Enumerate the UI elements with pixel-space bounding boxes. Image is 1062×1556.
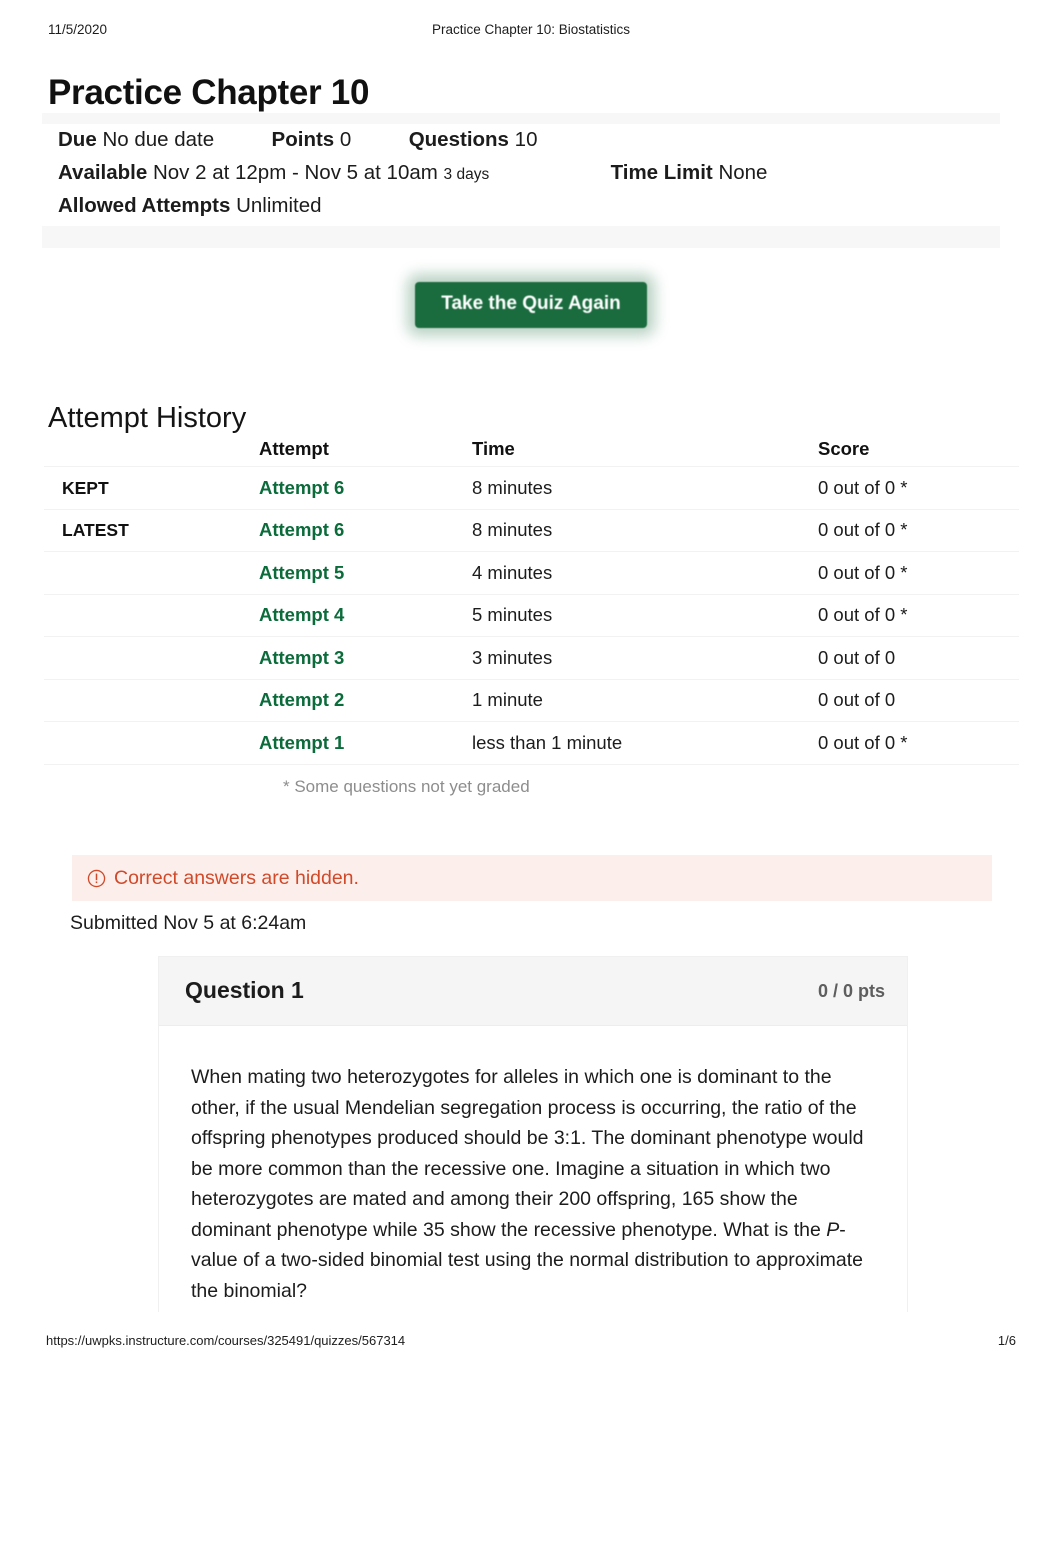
quiz-details: Due No due date Points 0 Questions 10 Av… <box>42 113 1002 217</box>
due-value: No due date <box>102 128 215 151</box>
quiz-details-row-1: Due No due date Points 0 Questions 10 <box>58 129 537 151</box>
attempt-link[interactable]: Attempt 2 <box>259 689 344 710</box>
column-header-attempt: Attempt <box>259 438 329 459</box>
attempt-time: 3 minutes <box>472 646 553 668</box>
attempt-score: 0 out of 0 * <box>818 604 908 626</box>
print-header: 11/5/2020 Practice Chapter 10: Biostatis… <box>48 22 1014 40</box>
attempt-score: 0 out of 0 * <box>818 731 908 753</box>
available-value: Nov 2 at 12pm - Nov 5 at 10am <box>152 161 438 184</box>
question-points: 0 / 0 pts <box>817 981 885 1001</box>
points-label: Points <box>271 128 335 151</box>
question-body: When mating two heterozygotes for allele… <box>159 1026 907 1312</box>
question-card: Question 1 0 / 0 pts When mating two het… <box>158 956 908 1312</box>
print-doc-title: Practice Chapter 10: Biostatistics <box>431 22 631 37</box>
attempt-link[interactable]: Attempt 6 <box>259 519 344 540</box>
question-title: Question 1 <box>185 977 304 1003</box>
attempt-score: 0 out of 0 * <box>818 561 908 583</box>
points-value: 0 <box>339 128 352 151</box>
attempt-link[interactable]: Attempt 3 <box>259 647 344 668</box>
attempt-history-heading: Attempt History <box>48 402 247 435</box>
attempt-link[interactable]: Attempt 1 <box>259 732 344 753</box>
attempt-time: 1 minute <box>472 689 543 711</box>
attempt-score: 0 out of 0 <box>818 689 896 711</box>
page-title: Practice Chapter 10 <box>48 73 370 113</box>
attempt-time: 4 minutes <box>472 561 553 583</box>
exclamation-circle-icon <box>87 869 106 888</box>
question-text-part-1: When mating two heterozygotes for allele… <box>191 1066 864 1241</box>
attempt-score: 0 out of 0 <box>818 646 896 668</box>
alert-message: Correct answers are hidden. <box>114 866 359 889</box>
table-row: Attempt 3 3 minutes 0 out of 0 <box>44 636 1019 680</box>
attempt-time: less than 1 minute <box>472 731 623 753</box>
row-tag: KEPT <box>62 477 109 498</box>
attempt-history-table-head: Attempt Time Score <box>44 432 1019 467</box>
correct-answers-hidden-alert: Correct answers are hidden. <box>72 855 992 901</box>
take-the-quiz-again-button[interactable]: Take the Quiz Again <box>415 282 647 328</box>
table-header-row: Attempt Time Score <box>44 432 1019 467</box>
row-tag: LATEST <box>62 520 129 541</box>
quiz-details-row-2: Available Nov 2 at 12pm - Nov 5 at 10am … <box>58 162 767 186</box>
attempt-time: 8 minutes <box>472 476 553 498</box>
submitted-timestamp: Submitted Nov 5 at 6:24am <box>70 912 307 934</box>
time-limit-label: Time Limit <box>610 161 713 184</box>
footer-page-number: 1/6 <box>997 1333 1016 1348</box>
quiz-details-row-3: Allowed Attempts Unlimited <box>58 195 322 217</box>
due-label: Due <box>58 128 97 151</box>
questions-label: Questions <box>408 128 509 151</box>
attempt-time: 5 minutes <box>472 604 553 626</box>
allowed-attempts-value: Unlimited <box>236 194 322 217</box>
column-header-kept <box>44 432 259 467</box>
attempt-time: 8 minutes <box>472 519 553 541</box>
attempt-score: 0 out of 0 * <box>818 476 908 498</box>
attempt-history-table: Attempt Time Score KEPT Attempt 6 8 minu… <box>44 432 1019 765</box>
table-row: KEPT Attempt 6 8 minutes 0 out of 0 * <box>44 466 1019 510</box>
table-row: Attempt 5 4 minutes 0 out of 0 * <box>44 551 1019 595</box>
footer-url: https://uwpks.instructure.com/courses/32… <box>46 1333 406 1348</box>
table-row: Attempt 2 1 minute 0 out of 0 <box>44 679 1019 722</box>
attempt-history-table-body: KEPT Attempt 6 8 minutes 0 out of 0 * LA… <box>44 466 1019 764</box>
questions-value: 10 <box>514 128 538 151</box>
available-label: Available <box>58 161 148 184</box>
attempt-link[interactable]: Attempt 5 <box>259 562 344 583</box>
table-row: Attempt 1 less than 1 minute 0 out of 0 … <box>44 721 1019 764</box>
allowed-attempts-label: Allowed Attempts <box>58 194 231 217</box>
available-duration: 3 days <box>443 166 490 183</box>
attempt-link[interactable]: Attempt 6 <box>259 477 344 498</box>
question-text-italic: P <box>826 1218 840 1241</box>
time-limit-value: None <box>718 161 768 184</box>
attempt-score: 0 out of 0 * <box>818 519 908 541</box>
grading-note: * Some questions not yet graded <box>283 777 530 796</box>
column-header-time: Time <box>472 438 515 459</box>
attempt-link[interactable]: Attempt 4 <box>259 604 344 625</box>
table-row: LATEST Attempt 6 8 minutes 0 out of 0 * <box>44 509 1019 552</box>
take-quiz-container: Take the Quiz Again <box>0 282 1062 328</box>
column-header-score: Score <box>818 438 870 459</box>
question-header: Question 1 0 / 0 pts <box>159 957 907 1026</box>
print-footer: https://uwpks.instructure.com/courses/32… <box>46 1333 1016 1351</box>
quiz-details-band-bottom <box>42 226 1000 248</box>
table-row: Attempt 4 5 minutes 0 out of 0 * <box>44 594 1019 637</box>
